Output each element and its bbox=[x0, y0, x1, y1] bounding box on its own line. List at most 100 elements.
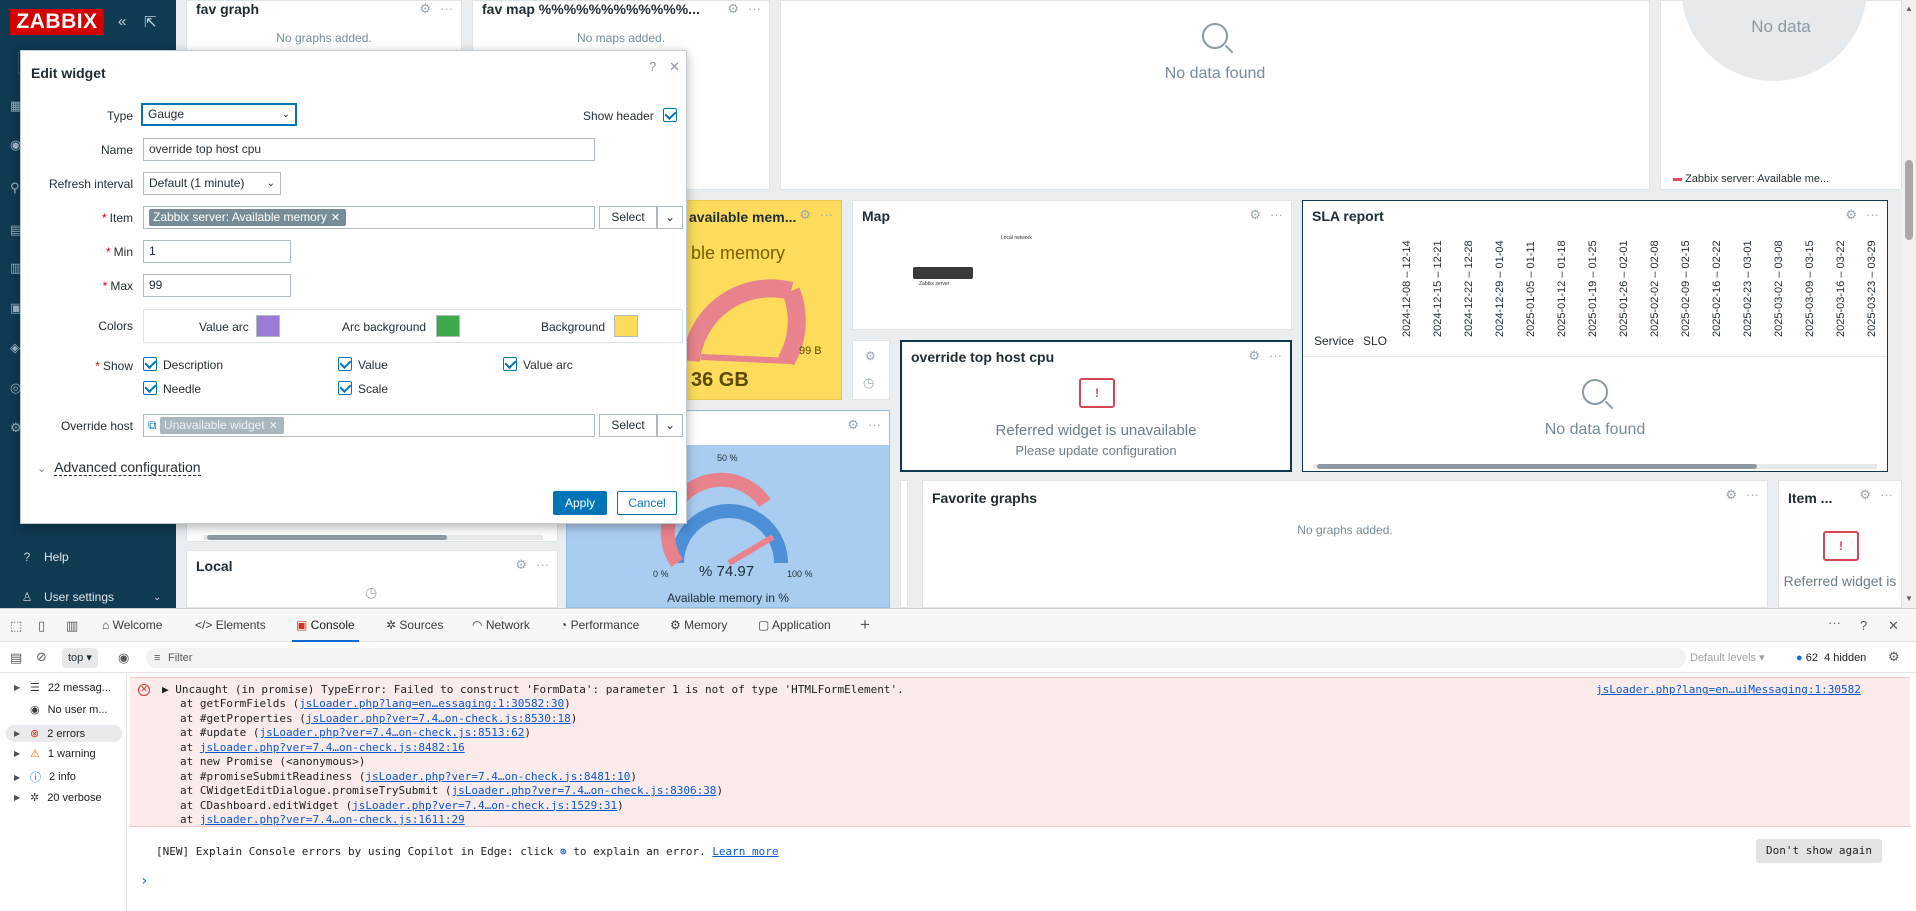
stack-trace-link[interactable]: jsLoader.php?ver=7.4…on-check.js:1611:29 bbox=[200, 813, 465, 826]
console-sidebar-item[interactable]: ▶ ⓘ 2 info bbox=[14, 769, 76, 785]
gear-icon[interactable]: ⚙ bbox=[847, 417, 859, 433]
learn-more-link[interactable]: Learn more bbox=[712, 845, 778, 858]
close-icon[interactable]: ✕ bbox=[669, 59, 680, 75]
error-source-link[interactable]: jsLoader.php?lang=en…uiMessaging:1:30582 bbox=[1596, 683, 1861, 696]
scroll-down-icon[interactable]: ▼ bbox=[1905, 594, 1913, 603]
console-filter-input[interactable]: ≡ Filter bbox=[146, 648, 1686, 668]
item-select-dropdown[interactable]: ⌄ bbox=[657, 206, 683, 229]
item-select-button[interactable]: Select bbox=[599, 206, 657, 229]
sidebar-help-link[interactable]: ? Help bbox=[20, 550, 69, 564]
sidebar-toggle-icon[interactable]: ▤ bbox=[10, 650, 22, 666]
tab-sources[interactable]: ✲ Sources bbox=[386, 609, 443, 642]
expand-triangle-icon[interactable]: ▶ bbox=[162, 683, 169, 696]
gear-icon[interactable]: ⚙ bbox=[1845, 207, 1857, 223]
stack-trace-link[interactable]: jsLoader.php?ver=7.4…on-check.js:8481:10 bbox=[365, 770, 630, 783]
gear-icon[interactable]: ⚙ bbox=[1248, 348, 1260, 364]
more-icon[interactable]: ··· bbox=[1269, 348, 1282, 364]
live-expression-icon[interactable]: ◉ bbox=[118, 650, 129, 666]
gear-icon[interactable]: ⚙ bbox=[1859, 487, 1871, 503]
server-icon[interactable] bbox=[913, 267, 973, 279]
stack-trace-link[interactable]: jsLoader.php?ver=7.4…on-check.js:8306:38 bbox=[452, 784, 717, 797]
console-sidebar-item[interactable]: ▶ ✲ 20 verbose bbox=[14, 791, 102, 805]
item-multiselect[interactable]: Zabbix server: Available memory ✕ bbox=[143, 206, 595, 229]
override-host-select-button[interactable]: Select bbox=[599, 414, 657, 437]
min-input[interactable]: 1 bbox=[143, 240, 291, 263]
arc-background-color-swatch[interactable] bbox=[436, 315, 460, 337]
console-sidebar-item[interactable]: ◉ No user m... bbox=[14, 703, 108, 717]
more-icon[interactable]: ··· bbox=[1270, 207, 1283, 223]
issues-counter[interactable]: ● 62 4 hidden bbox=[1796, 648, 1866, 668]
more-icon[interactable]: ··· bbox=[1746, 487, 1759, 503]
kiosk-mode-icon[interactable]: ⇱ bbox=[144, 13, 157, 31]
tab-network[interactable]: ◠ Network bbox=[472, 609, 530, 642]
show-value-checkbox[interactable] bbox=[338, 357, 352, 371]
page-vertical-scrollbar[interactable]: ▲ ▼ bbox=[1902, 0, 1916, 608]
advanced-configuration-toggle[interactable]: ⌄ Advanced configuration bbox=[37, 459, 201, 476]
more-icon[interactable]: ··· bbox=[536, 557, 549, 573]
show-header-checkbox[interactable] bbox=[663, 108, 677, 122]
gear-icon[interactable]: ⚙ bbox=[799, 207, 811, 223]
max-input[interactable]: 99 bbox=[143, 274, 291, 297]
type-select[interactable]: Gauge ⌄ bbox=[141, 103, 297, 126]
dont-show-again-button[interactable]: Don't show again bbox=[1756, 839, 1882, 863]
console-prompt[interactable]: › bbox=[140, 873, 148, 889]
collapse-sidebar-icon[interactable]: « bbox=[118, 13, 126, 30]
help-icon[interactable]: ? bbox=[649, 59, 656, 74]
console-error-message[interactable]: ✕ ▶ Uncaught (in promise) TypeError: Fai… bbox=[130, 677, 1910, 827]
zabbix-logo[interactable]: ZABBIX bbox=[10, 9, 104, 35]
dock-sidebar-icon[interactable]: ▥ bbox=[66, 618, 78, 634]
tab-performance[interactable]: ◔ Performance bbox=[560, 609, 639, 642]
more-options-icon[interactable]: ··· bbox=[1828, 615, 1841, 630]
widget-sla-report[interactable]: SLA report ⚙ ··· 2024-12-08 – 12-14 2024-1… bbox=[1302, 200, 1888, 472]
close-devtools-icon[interactable]: ✕ bbox=[1888, 618, 1899, 634]
override-host-select-dropdown[interactable]: ⌄ bbox=[657, 414, 683, 437]
help-icon[interactable]: ? bbox=[1860, 618, 1867, 633]
show-value-arc-checkbox[interactable] bbox=[503, 357, 517, 371]
scroll-up-icon[interactable]: ▲ bbox=[1905, 4, 1913, 13]
more-icon[interactable]: ··· bbox=[748, 1, 761, 17]
gear-icon[interactable]: ⚙ bbox=[419, 1, 431, 17]
tab-console[interactable]: ▣ Console bbox=[292, 609, 359, 642]
add-tab-icon[interactable]: + bbox=[860, 615, 870, 635]
expand-triangle-icon[interactable]: ▶ bbox=[14, 749, 22, 758]
stack-trace-link[interactable]: jsLoader.php?ver=7.4…on-check.js:8530:18 bbox=[306, 712, 571, 725]
horizontal-scrollbar[interactable] bbox=[203, 535, 543, 540]
default-levels-dropdown[interactable]: Default levels ▾ bbox=[1690, 648, 1765, 668]
widget-override-top-host-cpu[interactable]: override top host cpu ⚙ ··· ! Referred wi… bbox=[900, 340, 1292, 472]
services-icon[interactable]: ⚲ bbox=[10, 180, 20, 196]
gear-icon[interactable]: ⚙ bbox=[1725, 487, 1737, 503]
device-emulation-icon[interactable]: ▯ bbox=[38, 618, 45, 634]
show-description-checkbox[interactable] bbox=[143, 357, 157, 371]
stack-trace-link[interactable]: jsLoader.php?ver=7.4…on-check.js:8482:16 bbox=[200, 741, 465, 754]
console-settings-icon[interactable]: ⚙ bbox=[1888, 649, 1900, 665]
expand-triangle-icon[interactable]: ▶ bbox=[14, 729, 22, 738]
gear-icon[interactable]: ⚙ bbox=[865, 349, 876, 363]
console-sidebar-item[interactable]: ▶ ⊗ 2 errors bbox=[6, 725, 122, 742]
override-host-multiselect[interactable]: ⧉ Unavailable widget ✕ bbox=[143, 414, 595, 437]
alerts-icon[interactable]: ◈ bbox=[10, 340, 20, 356]
stack-trace-link[interactable]: jsLoader.php?ver=7.4…on-check.js:8513:62 bbox=[259, 726, 524, 739]
background-color-swatch[interactable] bbox=[614, 315, 638, 337]
tab-welcome[interactable]: ⌂ Welcome bbox=[102, 609, 162, 642]
more-icon[interactable]: ··· bbox=[440, 1, 453, 17]
dashboard-link-icon[interactable]: ⧉ bbox=[148, 418, 157, 432]
console-sidebar-item[interactable]: ▶ ⚠ 1 warning bbox=[14, 747, 96, 761]
more-icon[interactable]: ··· bbox=[1880, 487, 1893, 503]
clear-console-icon[interactable]: ⊘ bbox=[36, 649, 47, 665]
expand-triangle-icon[interactable]: ▶ bbox=[14, 773, 22, 782]
show-needle-checkbox[interactable] bbox=[143, 381, 157, 395]
tab-elements[interactable]: </> Elements bbox=[195, 609, 266, 642]
gear-icon[interactable]: ⚙ bbox=[727, 1, 739, 17]
gear-icon[interactable]: ⚙ bbox=[515, 557, 527, 573]
console-sidebar-item[interactable]: ▶ ☰ 22 messag... bbox=[14, 681, 111, 695]
sla-horizontal-scrollbar[interactable] bbox=[1313, 464, 1877, 469]
show-scale-checkbox[interactable] bbox=[338, 381, 352, 395]
remove-chip-icon[interactable]: ✕ bbox=[331, 212, 340, 224]
cancel-button[interactable]: Cancel bbox=[617, 491, 677, 515]
stack-trace-link[interactable]: jsLoader.php?ver=7.4…on-check.js:1529:31 bbox=[352, 799, 617, 812]
more-icon[interactable]: ··· bbox=[820, 207, 833, 223]
more-icon[interactable]: ··· bbox=[1866, 207, 1879, 223]
refresh-interval-select[interactable]: Default (1 minute) ⌄ bbox=[143, 172, 281, 195]
tab-application[interactable]: ▢ Application bbox=[758, 609, 831, 642]
context-selector[interactable]: top ▾ bbox=[62, 648, 98, 668]
